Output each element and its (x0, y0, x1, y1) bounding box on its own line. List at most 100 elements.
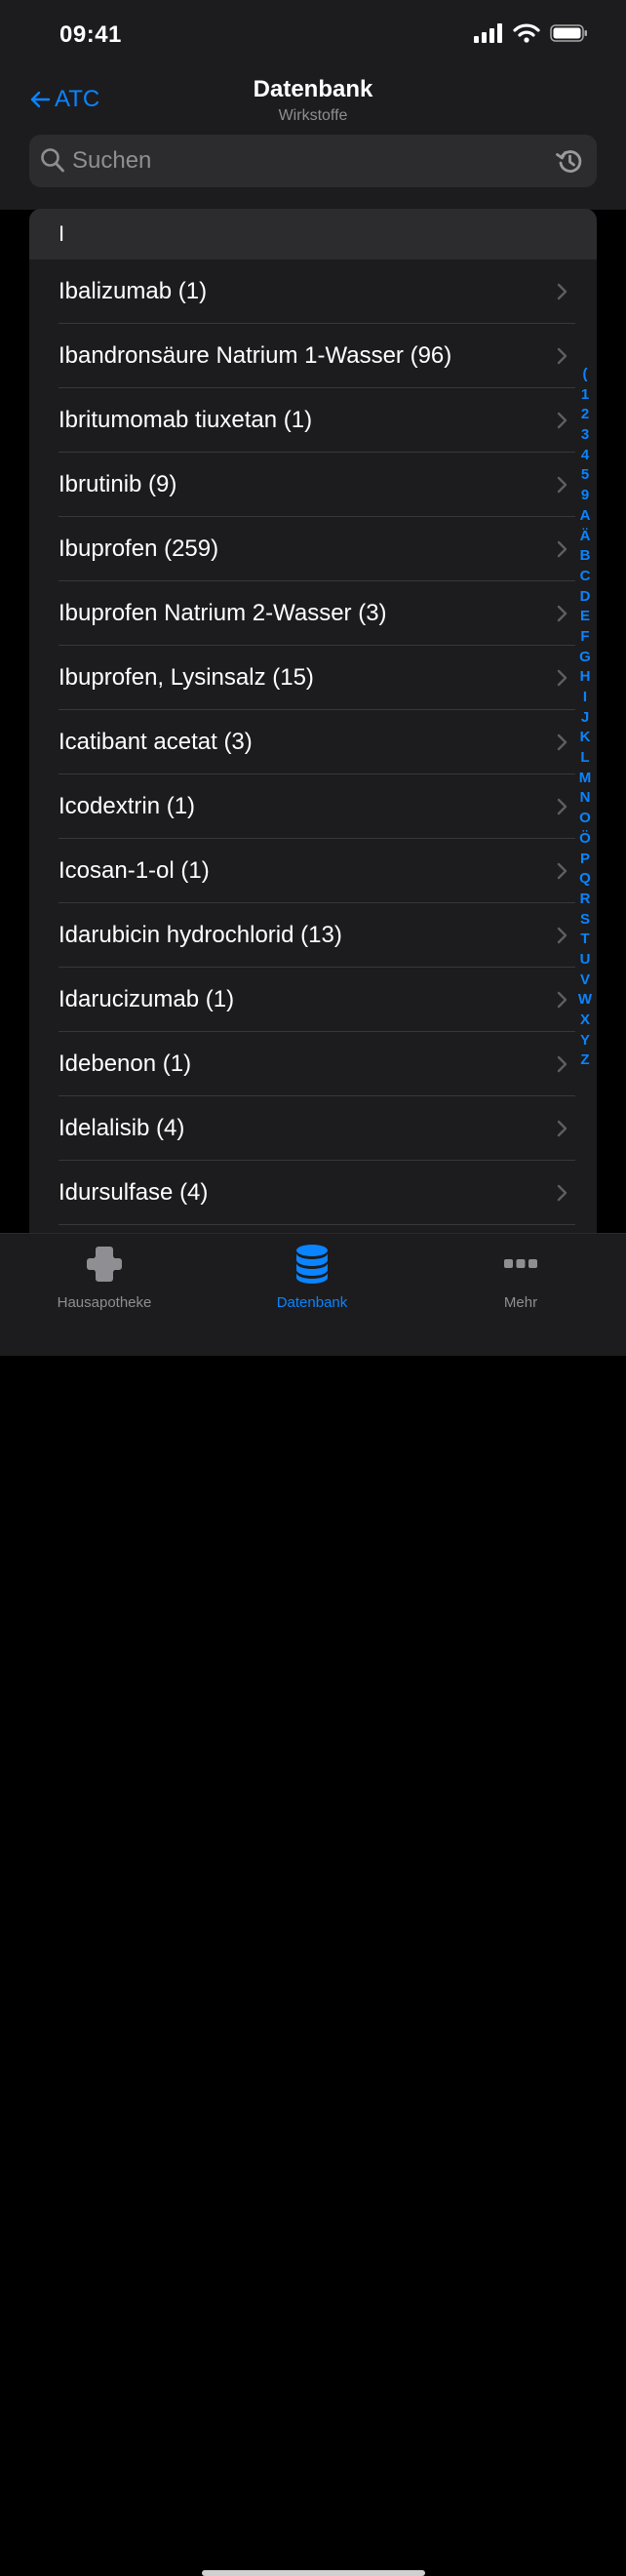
index-letter[interactable]: T (580, 930, 589, 950)
index-letter[interactable]: 4 (581, 446, 589, 466)
index-letter[interactable]: O (579, 809, 591, 829)
list-item-label: Ibuprofen Natrium 2-Wasser (3) (59, 600, 387, 626)
list-item[interactable]: Idarubicin hydrochlorid (13) (29, 903, 597, 968)
history-icon[interactable] (555, 146, 584, 176)
battery-icon (550, 24, 587, 42)
list-item-label: Ibuprofen (259) (59, 535, 219, 562)
chevron-right-icon (557, 605, 567, 622)
database-icon (296, 1245, 328, 1284)
index-letter[interactable]: P (580, 850, 590, 870)
index-letter[interactable]: R (580, 890, 591, 910)
chevron-right-icon (557, 927, 567, 944)
chevron-right-icon (557, 476, 567, 494)
list-item-label: Ibritumomab tiuxetan (1) (59, 407, 313, 433)
chevron-right-icon (557, 798, 567, 815)
chevron-right-icon (557, 991, 567, 1009)
list-item[interactable]: Idursulfase (4) (29, 1161, 597, 1225)
index-letter[interactable]: U (580, 950, 591, 971)
index-letter[interactable]: C (580, 567, 591, 587)
status-icons (474, 23, 589, 43)
list-item-label: Idursulfase (4) (59, 1179, 209, 1206)
tab-label: Mehr (503, 1294, 538, 1311)
index-letter[interactable]: M (579, 769, 592, 789)
wifi-icon (513, 23, 540, 43)
index-letter[interactable]: E (580, 607, 590, 627)
list-item[interactable]: Idelalisib (4) (29, 1096, 597, 1161)
home-indicator (202, 2570, 425, 2576)
index-letter[interactable]: G (579, 648, 591, 668)
index-letter[interactable]: A (580, 506, 591, 527)
top-bar: 09:41 ATC Datenbank Wirkstoffe (0, 0, 626, 210)
index-letter[interactable]: Ä (580, 527, 591, 547)
index-letter[interactable]: X (580, 1011, 590, 1031)
cross-icon (87, 1247, 122, 1282)
index-letter[interactable]: D (580, 587, 591, 608)
chevron-right-icon (557, 862, 567, 880)
ellipsis-icon (504, 1259, 537, 1268)
index-letter[interactable]: L (580, 748, 589, 769)
tab-datenbank[interactable]: Datenbank (215, 1244, 410, 1311)
list-item-label: Idarubicin hydrochlorid (13) (59, 922, 342, 948)
tab-mehr[interactable]: Mehr (423, 1244, 618, 1311)
index-letter[interactable]: 1 (581, 385, 589, 406)
chevron-right-icon (557, 283, 567, 300)
index-letter[interactable]: ( (583, 365, 588, 385)
index-letter[interactable]: F (580, 627, 589, 648)
index-letter[interactable]: B (580, 546, 591, 567)
chevron-right-icon (557, 1184, 567, 1202)
status-time: 09:41 (59, 21, 122, 48)
list-item[interactable]: Ibuprofen Natrium 2-Wasser (3) (29, 581, 597, 646)
index-letter[interactable]: Ö (579, 829, 591, 850)
index-letter[interactable]: N (580, 788, 591, 809)
list-item[interactable]: Ibalizumab (1) (29, 259, 597, 324)
index-letter[interactable]: W (578, 990, 592, 1011)
chevron-right-icon (557, 540, 567, 558)
chevron-right-icon (557, 347, 567, 365)
index-letter[interactable]: K (580, 728, 591, 748)
substance-list[interactable]: I Ibalizumab (1) Ibandronsäure Natrium 1-… (29, 209, 597, 1234)
list-item[interactable]: Idarucizumab (1) (29, 968, 597, 1032)
index-letter[interactable]: S (580, 910, 590, 931)
list-item-label: Ibandronsäure Natrium 1-Wasser (96) (59, 342, 452, 369)
chevron-right-icon (557, 733, 567, 751)
list-item[interactable]: Icodextrin (1) (29, 774, 597, 839)
tab-label: Hausapotheke (57, 1294, 152, 1311)
index-letter[interactable]: Y (580, 1031, 590, 1051)
index-letter[interactable]: Z (580, 1050, 589, 1071)
chevron-right-icon (557, 669, 567, 687)
list-item[interactable]: Ibrutinib (9) (29, 453, 597, 517)
search-bar[interactable] (29, 135, 597, 187)
index-letter[interactable]: 5 (581, 465, 589, 486)
list-item[interactable]: Icatibant acetat (3) (29, 710, 597, 774)
list-item[interactable]: Ibuprofen, Lysinsalz (15) (29, 646, 597, 710)
list-item[interactable]: Idebenon (1) (29, 1032, 597, 1096)
search-icon (41, 148, 64, 173)
alphabet-index[interactable]: (1 2 3 4 5 9 A Ä B C D E F G H I J K L M N O Ö P Q R S T U V W X Y Z (573, 365, 597, 1071)
list-item-label: Ibuprofen, Lysinsalz (15) (59, 664, 314, 691)
list-item[interactable]: Ibandronsäure Natrium 1-Wasser (96) (29, 324, 597, 388)
chevron-right-icon (557, 412, 567, 429)
list-item[interactable]: Icosan-1-ol (1) (29, 839, 597, 903)
index-letter[interactable]: H (580, 667, 591, 688)
list-item-label: Idelalisib (4) (59, 1115, 185, 1141)
list-item[interactable]: Ibuprofen (259) (29, 517, 597, 581)
index-letter[interactable]: 3 (581, 425, 589, 446)
tab-bar: Hausapotheke Datenbank Mehr (0, 1233, 626, 2576)
index-letter[interactable]: 9 (581, 486, 589, 506)
index-letter[interactable]: J (581, 708, 589, 729)
index-letter[interactable]: V (580, 971, 590, 991)
index-letter[interactable]: I (583, 688, 587, 708)
list-item[interactable]: Ibritumomab tiuxetan (1) (29, 388, 597, 453)
index-letter[interactable]: Q (579, 869, 591, 890)
list-item-label: Idarucizumab (1) (59, 986, 235, 1012)
tab-hausapotheke[interactable]: Hausapotheke (7, 1244, 202, 1311)
cellular-signal-icon (474, 23, 502, 43)
index-letter[interactable]: 2 (581, 405, 589, 425)
section-header: I (29, 209, 597, 259)
list-item-label: Ibrutinib (9) (59, 471, 177, 497)
page-subtitle: Wirkstoffe (278, 107, 348, 124)
list-item-label: Idebenon (1) (59, 1050, 192, 1077)
list-item-label: Icodextrin (1) (59, 793, 196, 819)
search-input[interactable] (72, 135, 530, 187)
chevron-right-icon (557, 1055, 567, 1073)
